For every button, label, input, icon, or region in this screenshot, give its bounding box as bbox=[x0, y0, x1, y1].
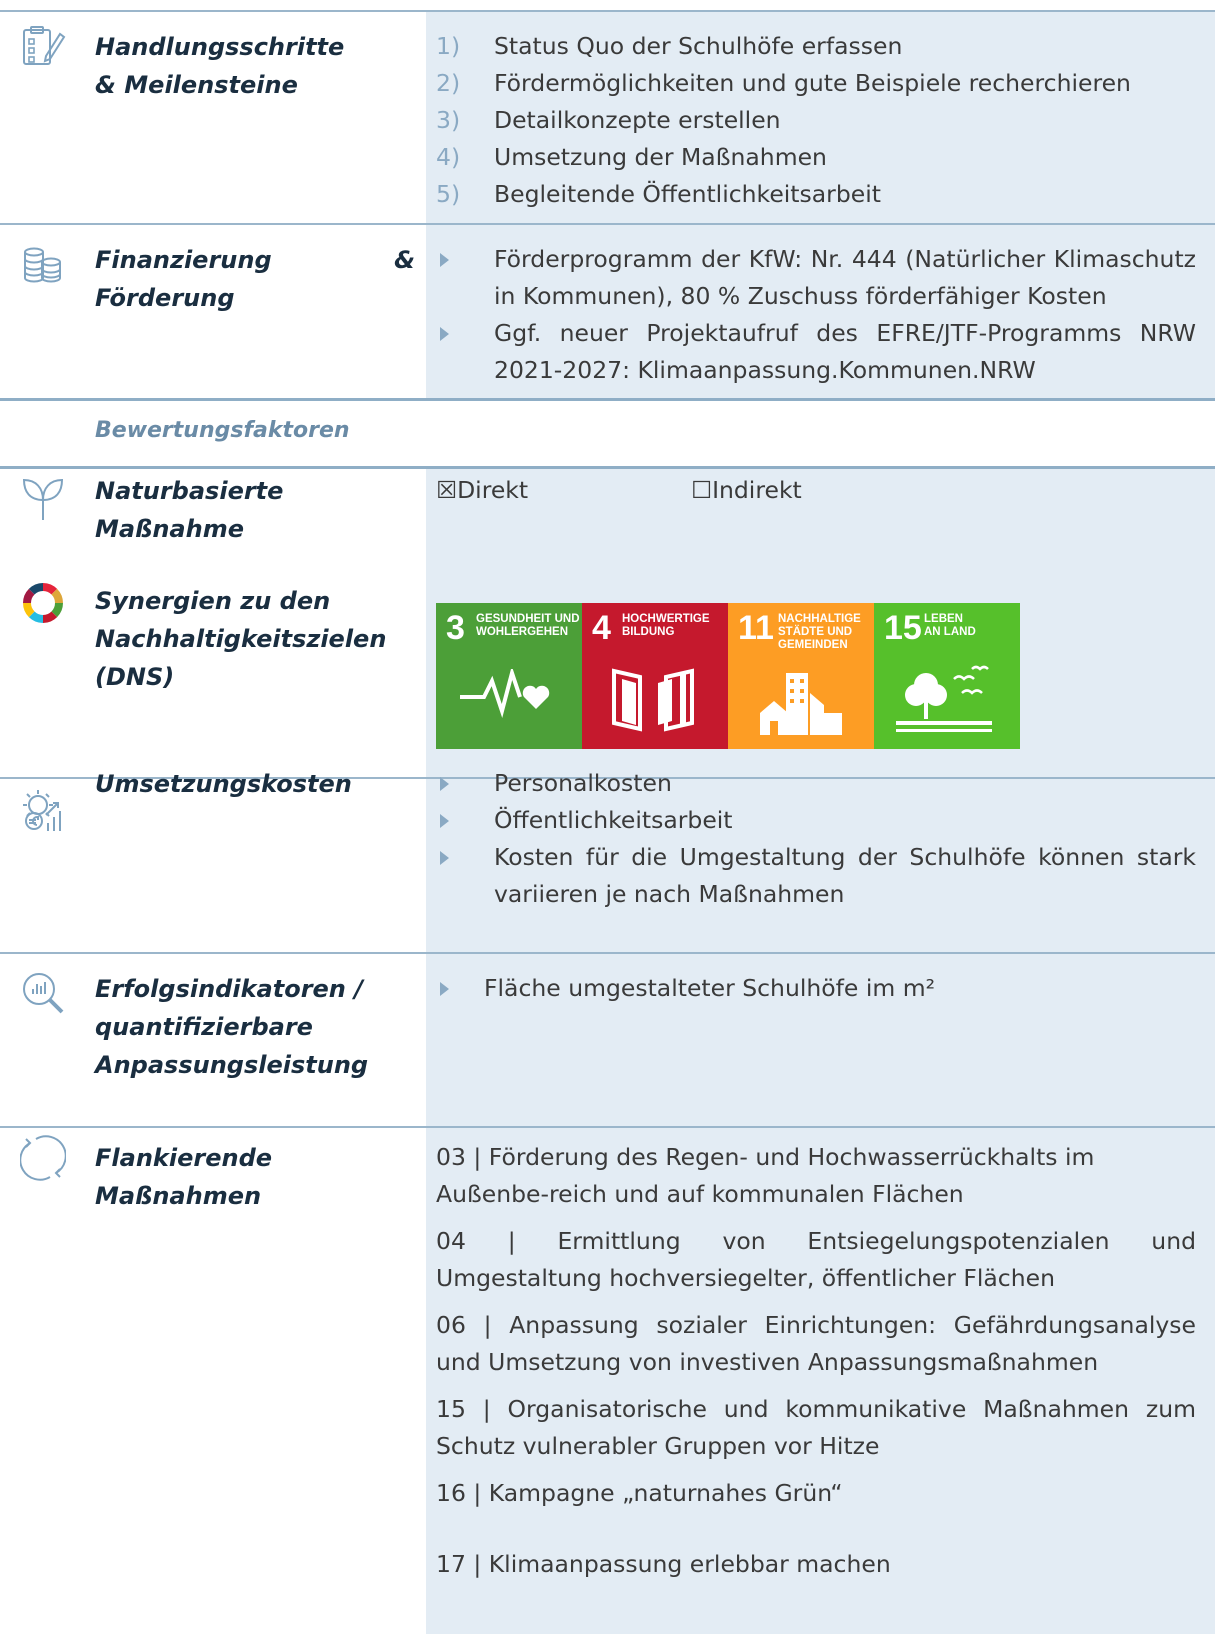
step-number: 2) bbox=[436, 69, 461, 97]
refresh-cycle-icon bbox=[20, 1135, 66, 1181]
heartbeat-icon bbox=[460, 669, 550, 719]
flanking-item: 17 | Klimaanpassung erlebbar machen bbox=[436, 1550, 891, 1578]
bullet-triangle-icon bbox=[440, 851, 449, 865]
sdg-goal-15: 15 Leben an Land bbox=[874, 603, 1020, 749]
funding-label-a: Finanzierung bbox=[95, 246, 272, 274]
step-text: Begleitende Öffentlichkeitsarbeit bbox=[494, 180, 881, 208]
steps-label: Handlungsschritte & Meilensteine bbox=[95, 33, 345, 99]
step-item: 3) Detailkonzepte erstellen bbox=[436, 102, 1196, 139]
flanking-label: Flankierende Maßnahmen bbox=[95, 1144, 273, 1210]
flanking-item: 16 | Kampagne „naturnahes Grün“ bbox=[436, 1479, 843, 1507]
tree-bird-icon bbox=[896, 665, 992, 732]
nature-label: Naturbasierte Maßnahme bbox=[95, 477, 284, 543]
sdg-goal-11: 11 Nachhaltige Städte und Gemeinden bbox=[728, 603, 874, 749]
costs-list: Personalkosten Öffentlichkeitsarbeit Kos… bbox=[436, 765, 1196, 913]
step-item: 4) Umsetzung der Maßnahmen bbox=[436, 139, 1196, 176]
cost-item-text: Personalkosten bbox=[494, 769, 672, 797]
flanking-item: 04 | Ermittlung von Entsiegelungspotenzi… bbox=[436, 1227, 1196, 1292]
step-number: 3) bbox=[436, 106, 461, 134]
costs-label: Umsetzungskosten bbox=[95, 770, 352, 798]
sdg-tiles: 3 Gesundheit und Wohlergehen 4 Hochwerti… bbox=[436, 603, 1020, 749]
bullet-triangle-icon bbox=[440, 777, 449, 791]
step-item: 2) Fördermöglichkeiten und gute Beispiele… bbox=[436, 65, 1196, 102]
sdg-number: 4 bbox=[592, 609, 611, 647]
flanking-item: 03 | Förderung des Regen- und Hochwasser… bbox=[436, 1143, 1095, 1208]
cost-item-text: Kosten für die Umgestaltung der Schulhöf… bbox=[494, 843, 1196, 908]
funding-label-b: Förderung bbox=[95, 284, 235, 312]
step-number: 4) bbox=[436, 143, 461, 171]
steps-list: 1) Status Quo der Schulhöfe erfassen 2) Fö… bbox=[436, 28, 1196, 213]
flanking-list: 03 | Förderung des Regen- und Hochwasser… bbox=[436, 1139, 1196, 1593]
sdg-goal-3: 3 Gesundheit und Wohlergehen bbox=[436, 603, 582, 749]
step-text: Fördermöglichkeiten und gute Beispiele r… bbox=[494, 69, 1131, 97]
sdg-wheel-icon bbox=[23, 583, 63, 623]
sdg-number: 15 bbox=[884, 609, 922, 647]
city-icon bbox=[760, 673, 842, 735]
cost-item: Öffentlichkeitsarbeit bbox=[436, 802, 1196, 839]
indirect-checkbox[interactable]: ☐Indirekt bbox=[691, 472, 802, 509]
indicator-item: Fläche umgestalteter Schulhöfe im m² bbox=[436, 970, 1196, 1007]
funding-item-text: Ggf. neuer Projektaufruf des EFRE/JTF-Pr… bbox=[494, 319, 1196, 384]
funding-label: Finanzierung & Förderung bbox=[95, 241, 415, 317]
magnifier-chart-icon bbox=[23, 973, 64, 1014]
cost-item: Personalkosten bbox=[436, 765, 1196, 802]
checklist-pen-icon bbox=[23, 26, 66, 65]
cost-item: Kosten für die Umgestaltung der Schulhöf… bbox=[436, 839, 1196, 913]
sdg-goal-4: 4 Hochwertige Bildung bbox=[582, 603, 728, 749]
sdg-number: 11 bbox=[738, 609, 774, 647]
funding-list: Förderprogramm der KfW: Nr. 444 (Natürli… bbox=[436, 241, 1196, 389]
step-number: 5) bbox=[436, 180, 461, 208]
step-number: 1) bbox=[436, 32, 461, 60]
book-icon bbox=[612, 668, 694, 732]
flanking-item: 15 | Organisatorische und kommunikative … bbox=[436, 1395, 1196, 1460]
bullet-triangle-icon bbox=[440, 327, 449, 341]
sdg-title: Nachhaltige Städte und Gemeinden bbox=[778, 613, 861, 651]
step-item: 5) Begleitende Öffentlichkeitsarbeit bbox=[436, 176, 1196, 213]
nature-row-bg bbox=[426, 469, 1215, 566]
cost-item-text: Öffentlichkeitsarbeit bbox=[494, 806, 733, 834]
funding-item: Förderprogramm der KfW: Nr. 444 (Natürli… bbox=[436, 241, 1196, 315]
indicators-list: Fläche umgestalteter Schulhöfe im m² bbox=[436, 970, 1196, 1007]
sdg-title: Hochwertige Bildung bbox=[622, 613, 710, 638]
step-item: 1) Status Quo der Schulhöfe erfassen bbox=[436, 28, 1196, 65]
sdg-title: Leben an Land bbox=[924, 613, 976, 638]
direct-checkbox[interactable]: ☒Direkt bbox=[436, 472, 528, 509]
funding-label-line1: Finanzierung & bbox=[95, 241, 415, 279]
flanking-item: 06 | Anpassung sozialer Einrichtungen: G… bbox=[436, 1311, 1196, 1376]
sdg-number: 3 bbox=[446, 609, 465, 647]
funding-label-amp: & bbox=[394, 246, 415, 274]
section-title: Bewertungsfaktoren bbox=[95, 418, 350, 443]
funding-item-text: Förderprogramm der KfW: Nr. 444 (Natürli… bbox=[494, 245, 1196, 310]
step-text: Umsetzung der Maßnahmen bbox=[494, 143, 827, 171]
bullet-triangle-icon bbox=[440, 253, 449, 267]
sdg-title: Gesundheit und Wohlergehen bbox=[476, 613, 580, 638]
step-text: Status Quo der Schulhöfe erfassen bbox=[494, 32, 903, 60]
bullet-triangle-icon bbox=[440, 814, 449, 828]
funding-item: Ggf. neuer Projektaufruf des EFRE/JTF-Pr… bbox=[436, 315, 1196, 389]
step-text: Detailkonzepte erstellen bbox=[494, 106, 781, 134]
sprout-icon bbox=[22, 478, 64, 520]
indicator-item-text: Fläche umgestalteter Schulhöfe im m² bbox=[484, 974, 936, 1002]
section-rule bbox=[0, 398, 1215, 401]
indicators-label: Erfolgsindikatoren / quantifizierbare An… bbox=[95, 975, 369, 1079]
bullet-triangle-icon bbox=[440, 982, 449, 996]
synergies-label: Synergien zu den Nachhaltigkeitszielen (… bbox=[95, 587, 387, 691]
cost-gear-chart-icon bbox=[23, 790, 61, 831]
coins-icon bbox=[24, 247, 61, 283]
